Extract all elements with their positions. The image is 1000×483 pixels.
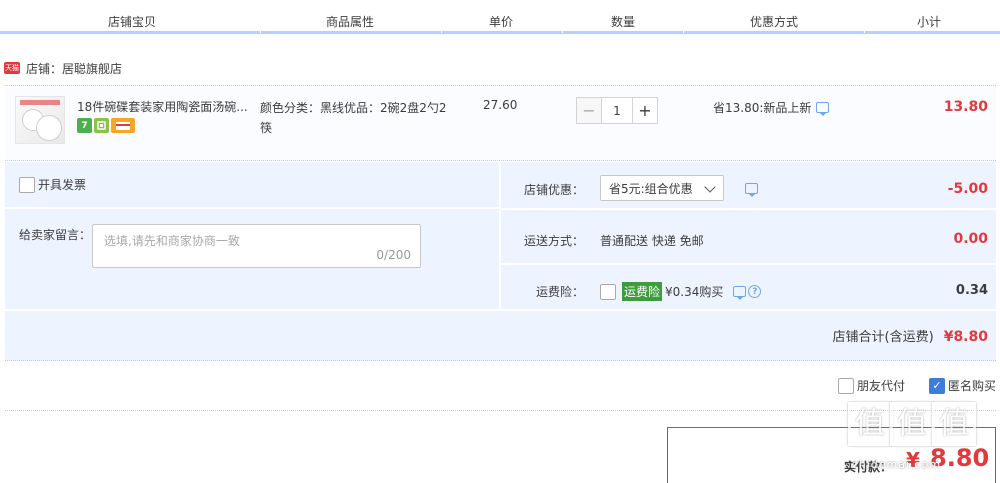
tmall-service-icon[interactable] xyxy=(94,118,109,133)
friend-pay-checkbox[interactable] xyxy=(837,377,854,394)
shop-total-label: 店铺合计(含运费) xyxy=(832,330,934,345)
header-col-subtotal: 小计 xyxy=(917,15,942,29)
chat-icon[interactable] xyxy=(816,102,830,116)
header-col-discount: 优惠方式 xyxy=(750,15,799,29)
anonymous-option[interactable]: ✓ 匿名购买 xyxy=(928,377,996,394)
panel-divider xyxy=(499,162,501,309)
shop-name[interactable]: 店铺：居聪旗舰店 xyxy=(26,60,122,77)
service-icons: 7 xyxy=(77,118,135,133)
product-thumbnail[interactable] xyxy=(15,96,65,144)
shop-discount-select[interactable]: 省5元:组合优惠 xyxy=(600,175,724,201)
panel-divider xyxy=(5,309,996,311)
order-item-row: 18件碗碟套装家用陶瓷面汤碗... 7 颜色分类：黑线优品：2碗2盘2勺2筷 2… xyxy=(5,85,996,161)
quantity-stepper: − + xyxy=(576,97,658,124)
watermark-glyph: 值 xyxy=(932,402,976,446)
header-divider xyxy=(441,30,442,33)
shop-discount-amount: -5.00 xyxy=(947,181,988,197)
shipping-amount: 0.00 xyxy=(953,231,988,247)
item-subtotal: 13.80 xyxy=(943,99,988,115)
plate-shape xyxy=(36,115,62,141)
insurance-badge: 运费险 xyxy=(622,282,663,301)
friend-pay-option[interactable]: 朋友代付 xyxy=(837,377,905,394)
qty-minus-button[interactable]: − xyxy=(576,97,602,124)
panel-divider xyxy=(5,207,499,209)
message-textarea[interactable]: 选填,请先和商家协商一致 0/200 xyxy=(92,224,421,268)
header-divider xyxy=(562,30,563,33)
shipping-method: 普通配送 快递 免邮 xyxy=(600,234,704,248)
item-discount: 省13.80:新品上新 xyxy=(713,99,830,116)
shop-total-amount: ¥8.80 xyxy=(943,329,988,345)
header-divider xyxy=(260,30,261,33)
shop-total: 店铺合计(含运费) ¥8.80 xyxy=(833,326,988,345)
watermark-glyph: 值 xyxy=(890,402,934,446)
header-divider xyxy=(864,30,865,33)
message-label: 给卖家留言： xyxy=(19,228,92,242)
qty-input[interactable] xyxy=(602,97,632,124)
shop-row: 天猫 店铺：居聪旗舰店 xyxy=(4,58,122,78)
message-placeholder: 选填,请先和商家协商一致 xyxy=(104,234,240,248)
header-col-price: 单价 xyxy=(489,15,514,29)
friend-pay-label: 朋友代付 xyxy=(856,379,905,393)
table-header: 店铺宝贝 商品属性 单价 数量 优惠方式 小计 xyxy=(0,0,1000,34)
unit-price: 27.60 xyxy=(483,98,518,112)
qty-plus-button[interactable]: + xyxy=(632,97,658,124)
chat-icon[interactable] xyxy=(745,183,758,197)
card-icon[interactable] xyxy=(111,118,135,133)
insurance-label: 运费险： xyxy=(536,285,585,299)
panel-divider xyxy=(501,263,996,265)
chat-icon[interactable] xyxy=(733,286,747,300)
shipping-label: 运送方式： xyxy=(524,234,585,248)
header-col-qty: 数量 xyxy=(611,15,636,29)
header-col-attr: 商品属性 xyxy=(326,15,375,29)
anonymous-label: 匿名购买 xyxy=(947,379,996,393)
help-icon[interactable]: ? xyxy=(748,285,762,298)
product-attribute: 颜色分类：黑线优品：2碗2盘2勺2筷 xyxy=(260,101,447,135)
anonymous-checkbox[interactable]: ✓ xyxy=(928,377,945,394)
panel-divider xyxy=(501,208,996,210)
insurance-checkbox[interactable] xyxy=(600,283,616,300)
extra-options: 朋友代付 ✓ 匿名购买 xyxy=(814,377,996,394)
watermark-text: zhidemai.com xyxy=(852,458,942,471)
watermark-glyph: 值 xyxy=(848,402,892,446)
invoice-option[interactable]: 开具发票 xyxy=(19,176,86,193)
tmall-icon: 天猫 xyxy=(4,62,20,74)
shop-discount-label: 店铺优惠： xyxy=(524,183,585,197)
chevron-down-icon xyxy=(704,181,716,193)
shop-discount-selected: 省5元:组合优惠 xyxy=(609,181,693,196)
discount-text: 省13.80:新品上新 xyxy=(713,101,812,115)
insurance-amount: 0.34 xyxy=(955,283,988,298)
insurance-option: 运费险 ¥0.34购买 ? xyxy=(600,282,762,301)
thumbnail-banner xyxy=(20,100,60,105)
watermark-logo: 值 值 值 xyxy=(848,402,976,446)
invoice-label: 开具发票 xyxy=(38,178,87,192)
order-options-panel: 开具发票 给卖家留言： 选填,请先和商家协商一致 0/200 店铺优惠： 省5元… xyxy=(5,162,996,361)
header-divider xyxy=(683,30,684,33)
product-title[interactable]: 18件碗碟套装家用陶瓷面汤碗... xyxy=(77,98,252,115)
message-counter: 0/200 xyxy=(376,248,411,262)
header-col-item: 店铺宝贝 xyxy=(108,15,157,29)
insurance-price: ¥0.34购买 xyxy=(665,285,724,299)
seven-day-return-icon[interactable]: 7 xyxy=(77,118,92,133)
invoice-checkbox[interactable] xyxy=(19,176,35,193)
